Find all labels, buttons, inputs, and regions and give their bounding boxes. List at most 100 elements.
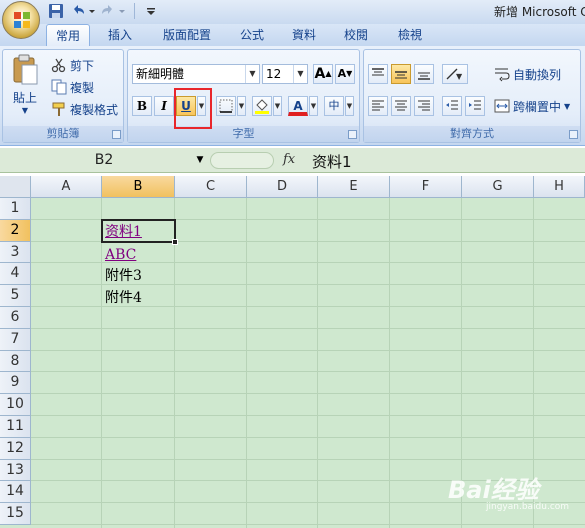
undo-icon[interactable] [70, 3, 86, 19]
merge-center-button[interactable]: 跨欄置中 ▼ [494, 96, 570, 116]
column-header-b[interactable]: B [102, 176, 175, 198]
gridline-horizontal [31, 436, 585, 438]
paste-dropdown-icon[interactable]: ▼ [7, 106, 43, 115]
merge-dropdown-icon[interactable]: ▼ [564, 102, 570, 111]
name-box[interactable]: B2 [2, 151, 206, 170]
tab-insert[interactable]: 插入 [100, 24, 140, 46]
align-bottom-button[interactable] [414, 64, 434, 84]
gridline-vertical [317, 198, 318, 528]
row-header-6[interactable]: 6 [0, 307, 31, 329]
row-header-11[interactable]: 11 [0, 416, 31, 438]
row-header-7[interactable]: 7 [0, 328, 31, 351]
align-middle-button[interactable] [391, 64, 411, 84]
row-header-2[interactable]: 2 [0, 219, 31, 242]
phonetic-dropdown-icon[interactable]: ▼ [345, 96, 354, 116]
redo-icon[interactable] [100, 3, 116, 19]
align-left-icon [372, 100, 384, 111]
fill-handle[interactable] [172, 239, 178, 245]
redo-dropdown-icon[interactable] [118, 3, 126, 19]
row-header-9[interactable]: 9 [0, 372, 31, 395]
phonetic-button[interactable]: 中 [324, 96, 344, 116]
column-header-g[interactable]: G [462, 176, 534, 198]
merge-center-label: 跨欄置中 [513, 99, 562, 114]
font-size-dropdown-icon[interactable]: ▼ [293, 65, 307, 83]
row-header-4[interactable]: 4 [0, 263, 31, 286]
align-top-button[interactable] [368, 64, 388, 84]
column-header-c[interactable]: C [175, 176, 247, 198]
format-painter-button[interactable]: 複製格式 [51, 99, 118, 119]
office-button[interactable] [2, 1, 40, 39]
tab-review[interactable]: 校閱 [336, 24, 376, 46]
insert-function-icon[interactable]: fx [283, 152, 295, 167]
copy-button[interactable]: 複製 [51, 77, 94, 97]
formula-bar-resizer[interactable] [210, 152, 274, 169]
watermark-logo: Bai经验 [448, 476, 539, 504]
align-middle-icon [395, 71, 407, 79]
font-launcher-icon[interactable] [348, 130, 357, 139]
font-size-combo[interactable]: 12 ▼ [262, 64, 308, 84]
grow-font-label: A [314, 66, 326, 82]
shrink-font-button[interactable]: A▼ [335, 64, 355, 84]
increase-indent-icon [469, 100, 481, 110]
align-left-button[interactable] [368, 96, 388, 116]
row-header-5[interactable]: 5 [0, 285, 31, 307]
italic-button[interactable]: I [154, 96, 174, 116]
clipboard-launcher-icon[interactable] [112, 130, 121, 139]
select-all-button[interactable] [0, 176, 31, 198]
column-header-f[interactable]: F [390, 176, 462, 198]
grow-font-button[interactable]: A▲ [313, 64, 333, 84]
highlight-annotation-box [174, 88, 212, 129]
row-header-1[interactable]: 1 [0, 198, 31, 220]
font-name-dropdown-icon[interactable]: ▼ [245, 65, 259, 83]
column-header-a[interactable]: A [31, 176, 102, 198]
increase-indent-button[interactable] [465, 96, 485, 116]
paste-button[interactable]: 貼上 ▼ [7, 54, 43, 126]
cell-b4[interactable]: 附件3 [105, 266, 142, 286]
column-header-h[interactable]: H [534, 176, 585, 198]
tab-data[interactable]: 資料 [284, 24, 324, 46]
cell-b3[interactable]: ABC [105, 245, 136, 265]
column-header-e[interactable]: E [318, 176, 390, 198]
alignment-launcher-icon[interactable] [569, 130, 578, 139]
customize-icon[interactable] [146, 3, 156, 19]
tab-page-layout[interactable]: 版面配置 [155, 24, 219, 46]
row-header-8[interactable]: 8 [0, 350, 31, 373]
wrap-text-button[interactable]: 自動換列 [494, 64, 561, 84]
row-header-15[interactable]: 15 [0, 503, 31, 525]
name-box-dropdown-icon[interactable]: ▼ [195, 153, 205, 167]
undo-dropdown-icon[interactable] [88, 3, 96, 19]
row-header-10[interactable]: 10 [0, 394, 31, 416]
save-icon[interactable] [48, 3, 64, 19]
row-header-3[interactable]: 3 [0, 241, 31, 264]
font-name-combo[interactable]: 新細明體 ▼ [132, 64, 260, 84]
row-header-14[interactable]: 14 [0, 481, 31, 504]
paste-icon [13, 54, 38, 85]
tab-view[interactable]: 檢視 [390, 24, 430, 46]
clipboard-group: 貼上 ▼ 剪下 複製 複製格式 剪貼簿 [2, 49, 124, 143]
decrease-indent-button[interactable] [442, 96, 462, 116]
formula-input[interactable]: 资料1 [312, 151, 352, 172]
column-header-d[interactable]: D [247, 176, 318, 198]
wrap-text-icon [495, 68, 510, 82]
font-color-dropdown-icon[interactable]: ▼ [309, 96, 318, 116]
title-bar: 新增 Microsoft C [0, 0, 585, 39]
align-center-button[interactable] [391, 96, 411, 116]
borders-button[interactable] [216, 96, 236, 116]
borders-dropdown-icon[interactable]: ▼ [237, 96, 246, 116]
cut-button[interactable]: 剪下 [51, 55, 94, 75]
orientation-button[interactable]: ▼ [442, 64, 468, 84]
tab-home[interactable]: 常用 [46, 24, 90, 46]
copy-icon [51, 79, 67, 95]
ribbon: 貼上 ▼ 剪下 複製 複製格式 剪貼簿 新細明體 ▼ 12 ▼ A▲ A▼ B … [0, 46, 585, 146]
fill-color-button[interactable] [252, 96, 272, 116]
bold-button[interactable]: B [132, 96, 152, 116]
gridline-horizontal [31, 524, 585, 525]
row-header-12[interactable]: 12 [0, 437, 31, 460]
cell-b5[interactable]: 附件4 [105, 288, 142, 308]
fill-color-dropdown-icon[interactable]: ▼ [273, 96, 282, 116]
align-right-button[interactable] [414, 96, 434, 116]
font-color-button[interactable]: A [288, 96, 308, 116]
row-header-13[interactable]: 13 [0, 459, 31, 482]
font-name-value: 新細明體 [136, 67, 185, 81]
tab-formulas[interactable]: 公式 [232, 24, 272, 46]
